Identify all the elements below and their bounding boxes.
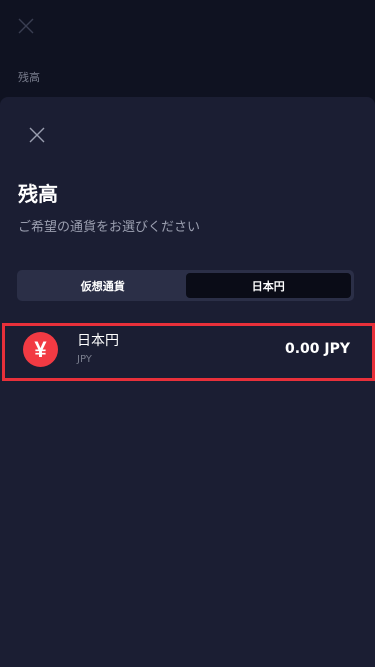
currency-name: 日本円 [77, 333, 119, 349]
currency-select-sheet: 残高 ご希望の通貨をお選びください 仮想通貨 日本円 ¥ 日本円 JPY 0.0… [0, 97, 375, 667]
currency-balance: 0.00 JPY [284, 341, 350, 357]
sheet-subtitle: ご希望の通貨をお選びください [18, 220, 201, 235]
yen-icon: ¥ [23, 332, 58, 367]
close-icon [18, 18, 34, 34]
sheet-title: 残高 [18, 182, 58, 206]
currency-type-tabs: 仮想通貨 日本円 [17, 270, 354, 301]
tab-jpy[interactable]: 日本円 [185, 273, 351, 298]
currency-code: JPY [77, 354, 92, 365]
background-title: 残高 [18, 71, 40, 84]
currency-row-jpy[interactable]: ¥ 日本円 JPY 0.00 JPY [2, 323, 375, 381]
tab-crypto[interactable]: 仮想通貨 [20, 273, 186, 298]
close-icon[interactable] [28, 126, 46, 144]
